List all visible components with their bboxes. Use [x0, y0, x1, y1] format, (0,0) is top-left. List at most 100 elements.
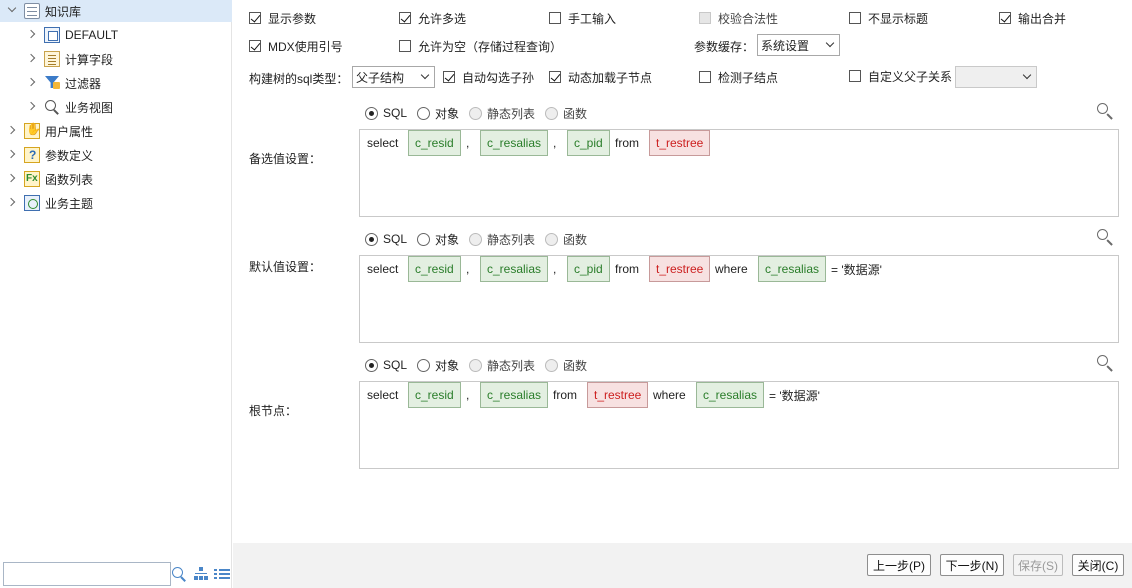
chevron-down-icon	[420, 70, 430, 80]
radio-function	[545, 106, 559, 120]
chevron-right-icon[interactable]	[6, 125, 18, 137]
hide-title-checkbox[interactable]: 不显示标题	[849, 9, 928, 27]
sql-editor[interactable]: select c_resid, c_resalias from t_restree whe…	[359, 381, 1119, 469]
search-icon[interactable]	[1097, 103, 1113, 119]
radio-label: 静态列表	[487, 358, 536, 373]
chevron-right-icon[interactable]	[26, 101, 38, 113]
sql-field-chip[interactable]: c_pid	[567, 130, 610, 156]
checkbox-label: MDX使用引号	[268, 39, 343, 54]
sql-field-chip[interactable]: c_resalias	[758, 256, 827, 282]
allow-empty-checkbox[interactable]: 允许为空（存储过程查询）	[399, 37, 562, 55]
radio-sql[interactable]	[365, 358, 378, 372]
checkbox-box[interactable]	[399, 12, 411, 24]
tree-sql-type-label: 构建树的sql类型：	[249, 72, 349, 86]
search-icon[interactable]	[171, 566, 187, 582]
checkbox-box[interactable]	[549, 71, 561, 83]
tree-item-knowledge-base[interactable]: 知识库	[0, 0, 232, 22]
sql-field-chip[interactable]: c_resalias	[480, 130, 549, 156]
radio-label: 静态列表	[487, 232, 536, 247]
tree-item-calculated-fields[interactable]: 计算字段	[20, 48, 113, 70]
radio-label: SQL	[383, 358, 408, 372]
checkbox-box[interactable]	[849, 12, 861, 24]
checkbox-box[interactable]	[549, 12, 561, 24]
prev-button[interactable]: 上一步(P)	[867, 554, 931, 576]
checkbox-box[interactable]	[249, 40, 261, 52]
chevron-right-icon[interactable]	[6, 149, 18, 161]
sql-field-chip[interactable]: c_resalias	[696, 382, 765, 408]
sql-editor[interactable]: select c_resid, c_resalias, c_pid from t_rest…	[359, 129, 1119, 217]
sql-keyword: ,	[553, 262, 557, 276]
sql-field-chip[interactable]: c_resalias	[480, 256, 549, 282]
radio-label: 静态列表	[487, 106, 536, 121]
sql-table-chip[interactable]: t_restree	[649, 130, 711, 156]
checkbox-box[interactable]	[849, 70, 861, 82]
checkbox-box[interactable]	[249, 12, 261, 24]
source-type-radio-group: SQL 对象 静态列表 函数	[365, 230, 597, 248]
user-attribute-icon	[24, 122, 41, 139]
tree-item-filters[interactable]: 过滤器	[20, 72, 101, 94]
manual-input-checkbox[interactable]: 手工输入	[549, 9, 616, 27]
checkbox-label: 校验合法性	[718, 11, 779, 26]
close-button[interactable]: 关闭(C)	[1072, 554, 1124, 576]
radio-sql[interactable]	[365, 232, 378, 246]
sql-field-chip[interactable]: c_resid	[408, 130, 461, 156]
detect-children-checkbox[interactable]: 检测子结点	[699, 68, 778, 86]
tree-item-default[interactable]: DEFAULT	[20, 24, 118, 46]
chevron-right-icon[interactable]	[26, 77, 38, 89]
sql-table-chip[interactable]: t_restree	[587, 382, 649, 408]
auto-check-children-checkbox[interactable]: 自动勾选子孙	[443, 68, 534, 86]
radio-object[interactable]	[417, 232, 431, 246]
tree-search-input[interactable]	[3, 562, 171, 586]
search-icon[interactable]	[1097, 355, 1113, 371]
sql-editor[interactable]: select c_resid, c_resalias, c_pid from t_rest…	[359, 255, 1119, 343]
sql-keyword: select	[367, 388, 399, 402]
next-button[interactable]: 下一步(N)	[940, 554, 1004, 576]
radio-sql[interactable]	[365, 106, 378, 120]
dynamic-load-checkbox[interactable]: 动态加载子节点	[549, 68, 652, 86]
database-icon	[24, 3, 40, 19]
tree-item-business-views[interactable]: 业务视图	[20, 96, 113, 118]
tree-item-function-list[interactable]: 函数列表	[0, 168, 93, 190]
chevron-down-icon[interactable]	[6, 5, 18, 17]
sql-field-chip[interactable]: c_resalias	[480, 382, 549, 408]
checkbox-box[interactable]	[699, 71, 711, 83]
chevron-right-icon[interactable]	[26, 53, 38, 65]
tree-structure-icon[interactable]	[193, 566, 209, 582]
sql-table-chip[interactable]: t_restree	[649, 256, 711, 282]
search-icon[interactable]	[1097, 229, 1113, 245]
checkbox-box[interactable]	[999, 12, 1011, 24]
show-param-checkbox[interactable]: 显示参数	[249, 9, 316, 27]
checkbox-label: 允许多选	[418, 11, 467, 26]
chevron-right-icon[interactable]	[26, 29, 38, 41]
tree-sql-type-select[interactable]: 父子结构	[352, 66, 435, 88]
sql-field-chip[interactable]: c_resid	[408, 256, 461, 282]
checkbox-label: 允许为空（存储过程查询）	[418, 39, 563, 54]
checkbox-label: 自动勾选子孙	[462, 70, 535, 85]
tree-item-label: 业务视图	[65, 100, 114, 115]
mdx-quote-checkbox[interactable]: MDX使用引号	[249, 37, 343, 55]
tree-item-label: 函数列表	[45, 172, 94, 187]
tree-item-business-subjects[interactable]: 业务主题	[0, 192, 93, 214]
radio-static-list	[469, 106, 483, 120]
sql-field-chip[interactable]: c_pid	[567, 256, 610, 282]
calculated-field-icon	[44, 51, 60, 67]
radio-object[interactable]	[417, 106, 431, 120]
output-merge-checkbox[interactable]: 输出合并	[999, 9, 1066, 27]
tree-item-user-attributes[interactable]: 用户属性	[0, 120, 93, 142]
radio-object[interactable]	[417, 358, 431, 372]
chevron-right-icon[interactable]	[6, 173, 18, 185]
checkbox-box[interactable]	[399, 40, 411, 52]
sql-keyword: select	[367, 262, 399, 276]
allow-multi-checkbox[interactable]: 允许多选	[399, 9, 466, 27]
custom-relation-checkbox[interactable]: 自定义父子关系	[849, 67, 952, 85]
radio-label: 函数	[563, 106, 588, 121]
checkbox-label: 显示参数	[268, 11, 317, 26]
chevron-right-icon[interactable]	[6, 197, 18, 209]
list-view-icon[interactable]	[214, 566, 230, 582]
tree-item-parameter-definitions[interactable]: 参数定义	[0, 144, 93, 166]
parameter-definition-icon	[24, 147, 40, 163]
cache-select[interactable]: 系统设置	[757, 34, 840, 56]
sql-field-chip[interactable]: c_resid	[408, 382, 461, 408]
business-view-icon	[44, 99, 60, 115]
checkbox-box[interactable]	[443, 71, 455, 83]
